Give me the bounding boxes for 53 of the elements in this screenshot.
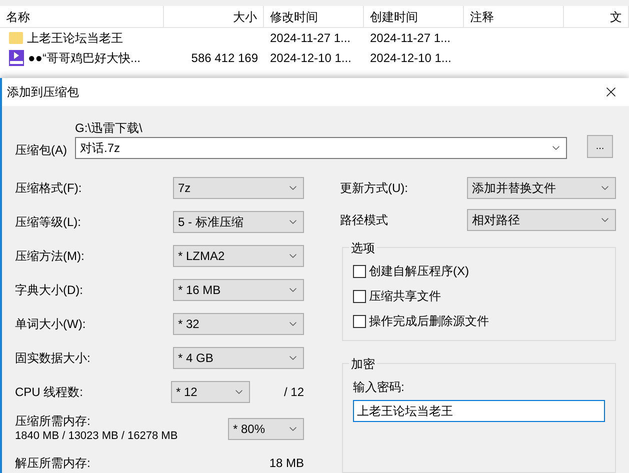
setting-label: 压缩所需内存: — [15, 414, 92, 429]
password-field[interactable]: 上老王论坛当老王 — [353, 400, 605, 422]
setting-label: 更新方式(U): — [340, 180, 408, 197]
checkbox[interactable] — [353, 264, 366, 278]
folder-icon — [9, 32, 23, 44]
file-name[interactable]: ●●“哥哥鸡巴好大快... — [28, 49, 140, 67]
dropdown[interactable]: 7z — [173, 177, 304, 199]
column-header[interactable]: 名称 — [0, 6, 164, 27]
setting-label: CPU 线程数: — [15, 384, 84, 401]
setting-label: 解压所需内存: — [15, 455, 90, 472]
password-label: 输入密码: — [353, 379, 406, 396]
file-size: 586 412 169 — [191, 50, 258, 67]
dropdown[interactable]: 5 - 标准压缩 — [173, 211, 304, 233]
browse-button[interactable]: ... — [587, 135, 613, 158]
dropdown[interactable]: 添加并替换文件 — [467, 177, 616, 199]
created-date: 2024-12-10 1... — [370, 51, 452, 65]
modified-date: 2024-11-27 1... — [270, 31, 351, 45]
file-name[interactable]: 上老王论坛当老王 — [27, 29, 123, 47]
thread-max: / 12 — [284, 384, 304, 401]
checkbox[interactable] — [353, 314, 366, 328]
setting-label: 固实数据大小: — [15, 350, 90, 367]
column-header[interactable]: 大小 — [164, 6, 264, 27]
dropdown[interactable]: 相对路径 — [467, 209, 616, 231]
column-header[interactable]: 修改时间 — [264, 6, 364, 27]
column-header[interactable]: 注释 — [464, 6, 564, 27]
dropdown[interactable]: * 4 GB — [173, 347, 304, 369]
setting-label: 单词大小(W): — [15, 316, 86, 333]
checkbox-label[interactable]: 操作完成后删除源文件 — [369, 312, 489, 330]
video-file-icon — [9, 50, 24, 66]
memory-value: 18 MB — [269, 455, 304, 472]
modified-date: 2024-12-10 1... — [270, 51, 352, 65]
column-header[interactable]: 文 — [564, 6, 629, 27]
dialog-title: 添加到压缩包 — [7, 84, 79, 101]
dropdown[interactable]: * 32 — [173, 313, 304, 335]
archive-path: G:\迅雷下载\ — [75, 121, 144, 135]
setting-label: 压缩方法(M): — [15, 248, 84, 265]
dropdown[interactable]: 对话.7z — [75, 137, 567, 159]
setting-label: 路径模式 — [340, 212, 388, 229]
dropdown[interactable]: * LZMA2 — [173, 245, 304, 267]
checkbox-label[interactable]: 创建自解压程序(X) — [369, 262, 469, 280]
dropdown[interactable]: * 12 — [171, 381, 250, 403]
setting-label: 字典大小(D): — [15, 282, 83, 299]
checkbox[interactable] — [353, 290, 366, 302]
column-header[interactable]: 创建时间 — [364, 6, 464, 27]
setting-label: 压缩等级(L): — [15, 214, 81, 231]
memory-detail: 1840 MB / 13023 MB / 16278 MB — [15, 429, 178, 444]
created-date: 2024-11-27 1... — [370, 31, 451, 45]
checkbox-label[interactable]: 压缩共享文件 — [369, 287, 441, 305]
archive-label: 压缩包(A) — [15, 142, 68, 159]
group-title: 选项 — [349, 239, 377, 257]
setting-label: 压缩格式(F): — [15, 180, 82, 197]
dropdown[interactable]: * 16 MB — [173, 279, 304, 301]
dropdown[interactable]: * 80% — [228, 418, 304, 440]
